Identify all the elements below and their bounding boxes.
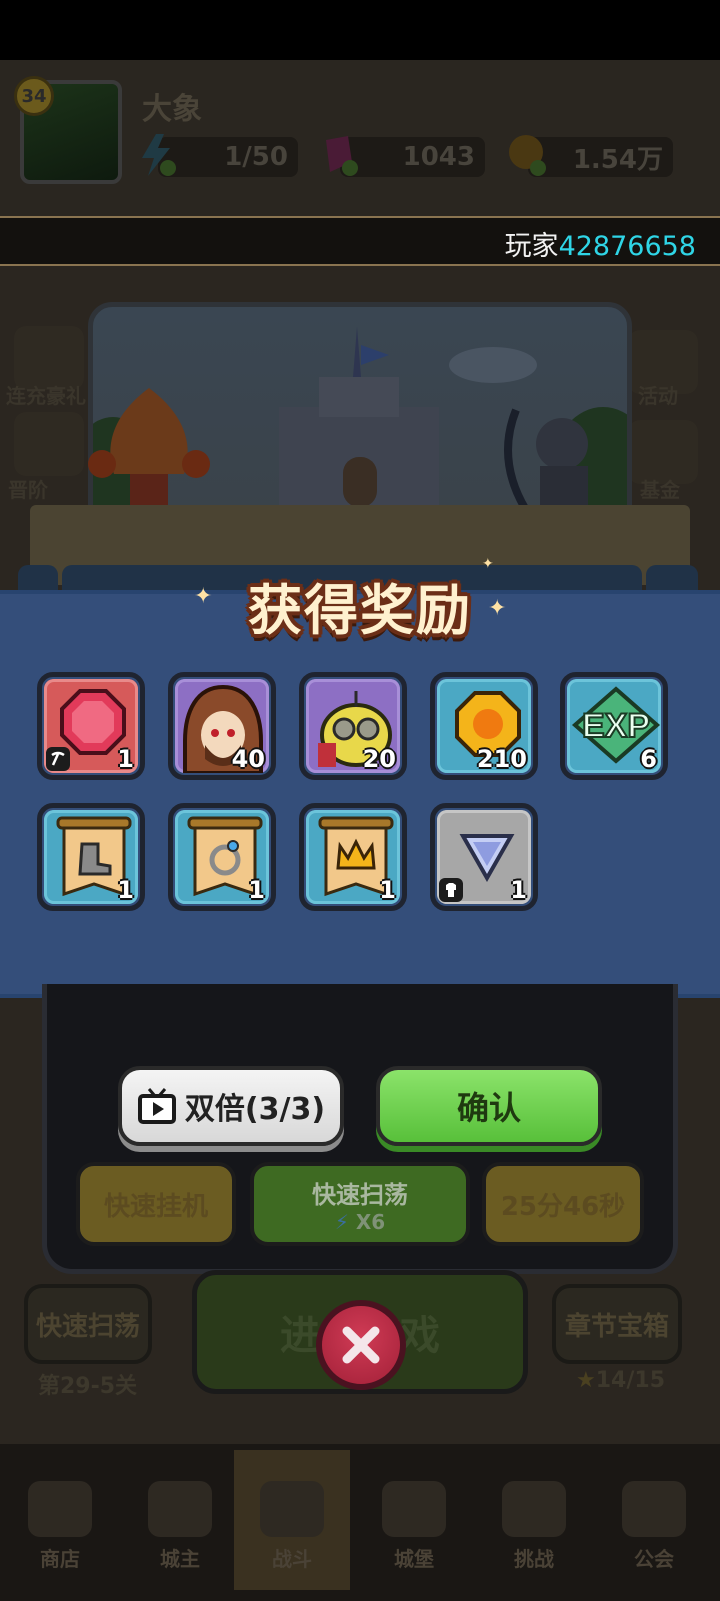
reward-count: 1 (510, 876, 527, 904)
castle-icon (382, 1481, 446, 1537)
crossed-swords-icon (260, 1481, 324, 1537)
energy-counter: 1/50 (158, 137, 298, 177)
close-button[interactable] (316, 1300, 406, 1390)
nav-label: 挑战 (514, 1547, 554, 1571)
reward-panel (0, 590, 720, 998)
player-id-number: 42876658 (558, 231, 696, 262)
nav-challenge[interactable]: 挑战 (474, 1450, 594, 1590)
close-icon (342, 1326, 380, 1364)
gem-plus-icon[interactable] (318, 132, 360, 178)
level-badge: 34 (14, 76, 54, 116)
double-reward-button[interactable]: 双倍(3/3) (118, 1066, 344, 1146)
quick-idle-button[interactable]: 快速挂机 (76, 1162, 236, 1246)
confirm-button[interactable]: 确认 (376, 1066, 602, 1146)
guild-flag-icon (622, 1481, 686, 1537)
stage-label: 第29-5关 (38, 1374, 138, 1399)
quick-sweep-label: 快速扫荡 (312, 1180, 408, 1209)
reward-count: 40 (231, 745, 265, 773)
star-icon: ★ (576, 1368, 596, 1393)
fire-hero-sprite (84, 384, 214, 524)
lightning-icon: ⚡ (334, 1209, 349, 1234)
nav-castle[interactable]: 城堡 (354, 1450, 474, 1590)
reward-tile-triangle-gem[interactable]: 1 (430, 803, 538, 911)
nav-shop[interactable]: 商店 (0, 1450, 120, 1590)
chapter-stars-value: 14/15 (595, 1368, 665, 1393)
reward-title: 获得奖励 (248, 579, 472, 642)
reward-count: 6 (640, 745, 657, 773)
gold-plus-icon[interactable] (506, 132, 548, 178)
reward-tile-crown-scroll[interactable]: 1 (299, 803, 407, 911)
reward-count: 1 (117, 876, 134, 904)
nav-label: 城堡 (394, 1547, 434, 1571)
video-tv-icon (137, 1088, 176, 1124)
idle-timer-button[interactable]: 25分46秒 (482, 1162, 644, 1246)
reward-count: 1 (248, 876, 265, 904)
nav-label: 公会 (634, 1547, 674, 1571)
reward-tile-hooded-hero[interactable]: 40 (168, 672, 276, 780)
chapter-stars: ★14/15 (576, 1368, 665, 1393)
gem-counter: 1043 (340, 137, 485, 177)
nav-label: 城主 (160, 1547, 200, 1571)
shop-icon (28, 1481, 92, 1537)
double-reward-label: 双倍(3/3) (184, 1092, 326, 1127)
nav-label: 商店 (40, 1547, 80, 1571)
sweep-cost-value: X6 (355, 1209, 386, 1234)
reward-count: 20 (362, 745, 396, 773)
reward-count: 210 (476, 745, 527, 773)
promotion-icon[interactable] (14, 412, 84, 476)
nav-lord[interactable]: 城主 (120, 1450, 240, 1590)
side-left-label-1: 晋阶 (8, 478, 48, 502)
pickaxe-icon (46, 747, 70, 771)
reward-tile-boot-scroll[interactable]: 1 (37, 803, 145, 911)
player-id-label: 玩家42876658 (505, 224, 696, 263)
reward-tile-goggles-goblin[interactable]: 20 (299, 672, 407, 780)
quick-sweep-button[interactable]: 快速扫荡 ⚡ X6 (250, 1162, 470, 1246)
triangle-gem-icon (459, 834, 515, 882)
gold-counter: 1.54万 (528, 137, 673, 177)
nav-battle[interactable]: 战斗 (234, 1450, 350, 1590)
reward-tile-gold[interactable]: 210 (430, 672, 538, 780)
nav-guild[interactable]: 公会 (594, 1450, 714, 1590)
chapter-chest-button[interactable]: 章节宝箱 (552, 1284, 682, 1364)
reward-tile-ring-scroll[interactable]: 1 (168, 803, 276, 911)
reward-tile-ruby[interactable]: 1 (37, 672, 145, 780)
reward-count: 1 (117, 745, 134, 773)
side-right-label-1: 基金 (640, 478, 680, 502)
player-name: 大象 (142, 92, 202, 127)
side-right-label-0: 活动 (638, 384, 678, 408)
status-bar (0, 0, 720, 60)
nav-label: 战斗 (272, 1547, 312, 1571)
player-id-prefix: 玩家 (504, 231, 559, 262)
reward-tile-exp[interactable]: EXP 6 (560, 672, 668, 780)
reward-count: 1 (379, 876, 396, 904)
armor-icon (439, 878, 463, 902)
side-left-label-0: 连充豪礼 (6, 384, 86, 408)
lightning-plus-icon[interactable] (136, 132, 178, 178)
exp-label: EXP (582, 707, 650, 745)
challenge-icon (502, 1481, 566, 1537)
sweep-cost: ⚡ X6 (335, 1210, 385, 1234)
crown-icon (148, 1481, 212, 1537)
left-quick-sweep-button[interactable]: 快速扫荡 (24, 1284, 152, 1364)
